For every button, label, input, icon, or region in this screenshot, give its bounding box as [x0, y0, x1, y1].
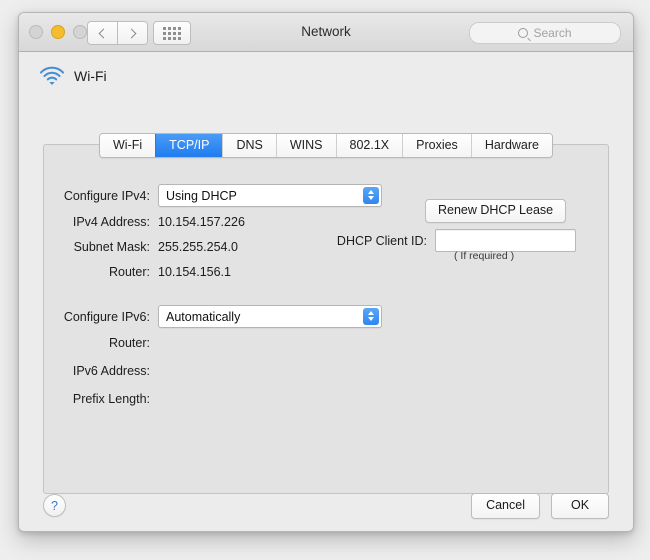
ipv6-address-label: IPv6 Address: [72, 364, 150, 378]
search-field[interactable]: Search [469, 22, 621, 44]
configure-ipv4-row: Configure IPv4: Using DHCP [40, 184, 382, 207]
cancel-button[interactable]: Cancel [471, 493, 540, 519]
ipv6-router-label: Router: [109, 336, 150, 350]
ipv6-address-row: IPv6 Address: [40, 364, 158, 378]
dhcp-client-id-row: DHCP Client ID: [317, 229, 576, 252]
chevron-updown-icon [363, 307, 379, 325]
search-placeholder: Search [533, 26, 572, 40]
wifi-icon [39, 66, 65, 85]
configure-ipv4-popup[interactable]: Using DHCP [158, 184, 382, 207]
ipv4-address-row: IPv4 Address: 10.154.157.226 [40, 215, 245, 229]
service-name: Wi-Fi [74, 68, 107, 84]
dhcp-client-id-input[interactable] [435, 229, 576, 252]
dhcp-client-id-label: DHCP Client ID: [336, 233, 427, 248]
search-icon [518, 28, 529, 38]
service-header: Wi-Fi [39, 66, 107, 86]
dialog-buttons: Cancel OK [471, 493, 609, 519]
ipv4-address-value: 10.154.157.226 [158, 215, 245, 229]
configure-ipv4-label: Configure IPv4: [63, 188, 150, 203]
configure-ipv6-popup[interactable]: Automatically [158, 305, 382, 328]
dhcp-client-id-hint: ( If required ) [454, 250, 515, 262]
subnet-mask-label: Subnet Mask: [73, 240, 150, 254]
tab-proxies[interactable]: Proxies [402, 134, 471, 157]
tab-tcpip[interactable]: TCP/IP [155, 134, 223, 157]
subnet-mask-row: Subnet Mask: 255.255.254.0 [40, 240, 238, 254]
tab-8021x[interactable]: 802.1X [335, 134, 403, 157]
dhcp-client-id-hint-row: ( If required ) [454, 250, 514, 262]
subnet-mask-value: 255.255.254.0 [158, 240, 238, 254]
configure-ipv6-value: Automatically [166, 309, 241, 324]
chevron-updown-icon [363, 186, 379, 204]
ipv4-router-row: Router: 10.154.156.1 [40, 265, 231, 279]
help-button[interactable]: ? [43, 494, 66, 517]
ipv4-router-label: Router: [109, 265, 150, 279]
ok-button[interactable]: OK [551, 493, 609, 519]
ipv4-address-label: IPv4 Address: [72, 215, 150, 229]
configure-ipv6-row: Configure IPv6: Automatically [40, 305, 382, 328]
configure-ipv4-value: Using DHCP [166, 188, 237, 203]
tcpip-settings-panel: Configure IPv4: Using DHCP IPv4 Address:… [43, 144, 609, 494]
tab-dns[interactable]: DNS [222, 134, 276, 157]
configure-ipv6-label: Configure IPv6: [63, 309, 150, 324]
ipv6-router-row: Router: [40, 336, 158, 350]
renew-dhcp-lease-button[interactable]: Renew DHCP Lease [425, 199, 567, 223]
tab-wifi[interactable]: Wi-Fi [100, 134, 156, 157]
prefix-length-label: Prefix Length: [72, 392, 150, 406]
renew-dhcp-lease-row: Renew DHCP Lease [425, 199, 567, 223]
ipv4-router-value: 10.154.156.1 [158, 265, 231, 279]
window-titlebar: Network Search [19, 13, 633, 52]
prefix-length-row: Prefix Length: [40, 392, 158, 406]
network-preferences-window: Network Search Wi-Fi Wi-Fi TCP/IP DNS WI… [18, 12, 634, 532]
tab-hardware[interactable]: Hardware [470, 134, 552, 157]
window-body: Wi-Fi Wi-Fi TCP/IP DNS WINS 802.1X Proxi… [19, 52, 633, 531]
tab-wins[interactable]: WINS [275, 134, 336, 157]
tab-bar: Wi-Fi TCP/IP DNS WINS 802.1X Proxies Har… [99, 133, 553, 158]
